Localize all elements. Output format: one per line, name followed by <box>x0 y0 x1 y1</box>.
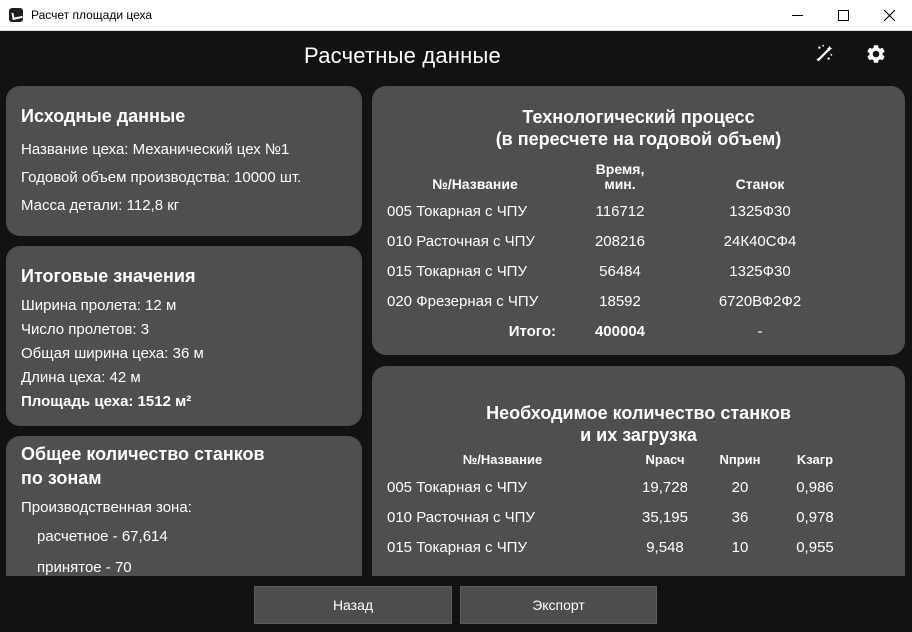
machines-calculated: расчетное - 67,614 <box>37 528 168 545</box>
load-header-k: Kзагр <box>796 452 834 467</box>
table-row: 005 Токарная с ЧПУ 19,728 20 0,986 <box>380 472 855 502</box>
span-width: Ширина пролета: 12 м <box>21 297 177 314</box>
load-title-line1: Необходимое количество станков <box>486 403 791 423</box>
totals-card: Итоговые значения Ширина пролета: 12 м Ч… <box>6 246 362 426</box>
close-icon <box>883 10 895 21</box>
maximize-button[interactable] <box>820 0 866 31</box>
table-row: 010 Расточная с ЧПУ 35,195 36 0,978 <box>380 502 855 532</box>
table-row: 010 Расточная с ЧПУ 208216 24К40СФ4 <box>380 226 850 256</box>
operation-time: 208216 <box>594 232 646 250</box>
gear-icon <box>867 45 885 63</box>
theme-toggle-button[interactable] <box>811 41 837 67</box>
load-factor-value: 0,986 <box>796 478 834 496</box>
machines-by-zone-card: Общее количество станков по зонам Произв… <box>6 436 362 596</box>
theme-icon <box>816 44 833 62</box>
process-title-line1: Технологический процесс <box>522 107 755 127</box>
process-card: Технологический процесс (в пересчете на … <box>372 86 905 355</box>
operation-name: 010 Расточная с ЧПУ <box>387 508 535 526</box>
workshop-area: Площадь цеха: 1512 м² <box>21 393 192 410</box>
back-button[interactable]: Назад <box>254 586 452 624</box>
workshop-length: Длина цеха: 42 м <box>21 369 141 386</box>
machines-title-line1: Общее количество станков <box>21 444 265 464</box>
input-data-title: Исходные данные <box>21 106 186 126</box>
operation-name: 005 Токарная с ЧПУ <box>387 478 527 496</box>
maximize-icon <box>837 10 849 21</box>
settings-button[interactable] <box>863 41 889 67</box>
load-header-nacc: Nприн <box>719 452 761 467</box>
app-header: Расчетные данные <box>0 31 912 83</box>
operation-time: 18592 <box>599 292 641 310</box>
operation-time: 56484 <box>599 262 641 280</box>
machines-calc-value: 35,195 <box>642 508 688 526</box>
process-table-header: №/Название Время, мин. Станок <box>380 162 850 196</box>
close-button[interactable] <box>866 0 912 31</box>
total-machine: - <box>757 322 763 340</box>
totals-title: Итоговые значения <box>21 266 196 286</box>
bottom-bar: Назад Экспорт <box>0 576 912 632</box>
span-count: Число пролетов: 3 <box>21 321 150 338</box>
load-header-name: №/Название <box>462 452 543 467</box>
machines-accepted-value: 10 <box>731 538 749 556</box>
page-title: Расчетные данные <box>304 43 501 68</box>
operation-time: 116712 <box>595 202 645 220</box>
operation-machine: 1325Ф30 <box>729 202 791 220</box>
machines-calc-value: 19,728 <box>642 478 688 496</box>
operation-machine: 24К40СФ4 <box>723 232 797 250</box>
operation-name: 015 Токарная с ЧПУ <box>387 262 527 280</box>
machines-title-line2: по зонам <box>21 468 102 488</box>
window-titlebar: Расчет площади цеха <box>0 0 912 31</box>
machines-accepted-value: 36 <box>731 508 749 526</box>
machine-load-card: Необходимое количество станков и их загр… <box>372 366 905 596</box>
process-header-name: №/Название <box>432 176 518 192</box>
operation-name: 020 Фрезерная с ЧПУ <box>387 292 539 310</box>
machines-calc-value: 9,548 <box>646 538 684 556</box>
process-header-machine: Станок <box>735 176 785 192</box>
process-header-time-line2: мин. <box>604 176 636 192</box>
process-title-line2: (в пересчете на годовой объем) <box>495 129 782 149</box>
operation-machine: 6720ВФ2Ф2 <box>718 292 802 310</box>
process-header-time-line1: Время, <box>595 161 645 177</box>
minimize-button[interactable] <box>774 0 820 31</box>
machines-accepted-value: 20 <box>731 478 749 496</box>
operation-name: 010 Расточная с ЧПУ <box>387 232 535 250</box>
table-row: 015 Токарная с ЧПУ 9,548 10 0,955 <box>380 532 855 562</box>
app-icon <box>9 8 23 22</box>
part-mass: Масса детали: 112,8 кг <box>21 197 180 214</box>
window-controls <box>774 0 912 31</box>
table-row: 005 Токарная с ЧПУ 116712 1325Ф30 <box>380 196 850 226</box>
operation-name: 005 Токарная с ЧПУ <box>387 202 527 220</box>
table-row: 015 Токарная с ЧПУ 56484 1325Ф30 <box>380 256 850 286</box>
production-zone-label: Производственная зона: <box>21 499 192 516</box>
load-header-ncalc: Nрасч <box>645 452 685 467</box>
operation-machine: 1325Ф30 <box>729 262 791 280</box>
load-title-line2: и их загрузка <box>580 425 697 445</box>
process-table: №/Название Время, мин. Станок 005 Токарн… <box>380 162 850 346</box>
total-label: Итого: <box>508 322 556 340</box>
annual-volume: Годовой объем производства: 10000 шт. <box>21 169 302 186</box>
load-factor-value: 0,978 <box>796 508 834 526</box>
load-factor-value: 0,955 <box>796 538 834 556</box>
total-width: Общая ширина цеха: 36 м <box>21 345 204 362</box>
total-row: Итого: 400004 - <box>380 316 850 346</box>
total-time: 400004 <box>594 322 646 340</box>
input-data-card: Исходные данные Название цеха: Механичес… <box>6 86 362 236</box>
window-title: Расчет площади цеха <box>31 8 153 22</box>
operation-name: 015 Токарная с ЧПУ <box>387 538 527 556</box>
machine-load-table: №/Название Nрасч Nприн Kзагр 005 Токарна… <box>380 452 855 562</box>
export-button[interactable]: Экспорт <box>460 586 657 624</box>
table-row: 020 Фрезерная с ЧПУ 18592 6720ВФ2Ф2 <box>380 286 850 316</box>
workshop-name: Название цеха: Механический цех №1 <box>21 141 290 158</box>
load-table-header: №/Название Nрасч Nприн Kзагр <box>380 452 855 472</box>
minimize-icon <box>791 15 803 16</box>
process-header-time: Время, мин. <box>570 162 670 196</box>
